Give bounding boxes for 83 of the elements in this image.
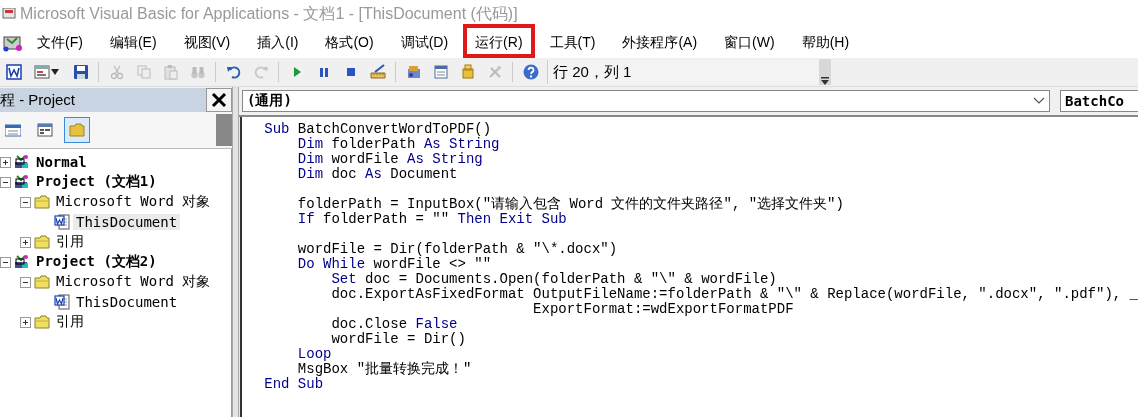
chevron-down-icon (1033, 97, 1045, 105)
scroll-handle[interactable] (216, 114, 232, 146)
code-line: End Sub (264, 377, 325, 392)
panel-title: 程 - Project (0, 90, 75, 110)
app-icon (2, 8, 16, 20)
expand-icon[interactable] (20, 316, 31, 328)
close-icon (211, 92, 227, 108)
menu-item[interactable]: 文件(F) (25, 24, 95, 58)
collapse-icon[interactable] (0, 176, 11, 188)
word-document-icon (54, 214, 70, 230)
dropdown-value: BatchCo (1065, 93, 1124, 109)
code-line: If folderPath = "" Then Exit Sub (296, 212, 568, 227)
form-icon (34, 64, 50, 80)
code-line: doc.ExportAsFixedFormat OutputFileName:=folderPath & "\" & Replace(wordFile, ".docx", ".pdf"), _ (330, 287, 1138, 302)
toolbar-options-icon[interactable] (820, 77, 830, 85)
menu-item[interactable]: 视图(V) (171, 24, 243, 58)
cursor-position: 行 20，列 1 (553, 62, 632, 82)
menu-item[interactable]: 调试(D) (388, 24, 461, 58)
code-line: wordFile = Dir() (331, 332, 467, 347)
tree-item[interactable]: ThisDocument (73, 294, 181, 310)
code-line: Set doc = Documents.Open(folderPath & "\" & wordFile) (330, 272, 778, 287)
code-line: doc.Close False (330, 317, 459, 332)
close-button[interactable] (206, 88, 232, 112)
folder-icon (34, 194, 50, 210)
explorer-icon (405, 64, 422, 80)
folder-icon (34, 234, 50, 250)
undo-icon (225, 64, 242, 80)
menu-item[interactable]: 编辑(E) (97, 24, 169, 58)
caret-icon (50, 68, 60, 76)
tree-item[interactable]: Microsoft Word 对象 (53, 273, 214, 291)
code-line: wordFile = Dir(folderPath & "\*.docx") (296, 242, 619, 257)
code-line: Dim wordFile As String (296, 152, 484, 167)
word-icon (5, 64, 22, 80)
tree-item[interactable]: ThisDocument (73, 214, 181, 230)
help-icon (522, 64, 539, 80)
folder-icon (34, 314, 50, 330)
code-view-icon (5, 122, 21, 138)
menu-item[interactable]: 工具(T) (537, 24, 608, 58)
paste-icon (162, 64, 179, 80)
menu-item[interactable]: 格式(O) (313, 24, 386, 58)
vba-app-icon[interactable] (2, 33, 24, 53)
word-document-icon (54, 294, 70, 310)
binoculars-icon (189, 64, 206, 80)
code-line: Do While wordFile <> "" (296, 257, 493, 272)
project-icon (14, 154, 30, 170)
expand-icon[interactable] (20, 236, 31, 248)
window-title: Microsoft Visual Basic for Applications - 文档1 - [ThisDocument (代码)] (20, 3, 518, 24)
tree-item[interactable]: Normal (33, 154, 90, 170)
tree-item[interactable]: 引用 (53, 233, 87, 251)
redo-icon (252, 64, 269, 80)
ruler-icon (369, 64, 386, 80)
procedure-dropdown[interactable]: BatchCo (1060, 90, 1138, 112)
folder-icon (34, 274, 50, 290)
menu-item[interactable]: 窗口(W) (712, 24, 787, 58)
code-line: Dim doc As Document (296, 167, 459, 182)
code-line: Sub BatchConvertWordToPDF() (264, 122, 493, 137)
code-line: Dim folderPath As String (296, 137, 501, 152)
project-icon (14, 174, 30, 190)
tree-item[interactable]: Project (文档2) (33, 253, 160, 271)
collapse-icon[interactable] (20, 276, 31, 288)
code-line: folderPath = InputBox("请输入包含 Word 文件的文件夹路径", "选择文件夹") (296, 197, 845, 212)
menu-item[interactable]: 插入(I) (245, 24, 311, 58)
menu-item[interactable]: 外接程序(A) (610, 24, 710, 58)
save-icon (72, 64, 89, 80)
code-line: ExportFormat:=wdExportFormatPDF (532, 302, 795, 317)
object-dropdown[interactable]: (通用) (242, 90, 1050, 112)
form-view-icon (37, 122, 53, 138)
expand-icon[interactable] (0, 156, 11, 168)
tree-item[interactable]: 引用 (53, 313, 87, 331)
tree-item[interactable]: Project (文档1) (33, 173, 160, 191)
folder-icon (69, 122, 85, 138)
collapse-icon[interactable] (20, 196, 31, 208)
dropdown-value: (通用) (247, 92, 292, 110)
code-line: Loop (296, 347, 333, 362)
copy-icon (135, 64, 152, 80)
properties-icon (432, 64, 449, 80)
project-icon (14, 254, 30, 270)
menu-item[interactable]: 运行(R) (463, 24, 535, 58)
collapse-icon[interactable] (0, 256, 11, 268)
scissors-icon (108, 64, 125, 80)
code-line: MsgBox "批量转换完成！" (296, 362, 473, 377)
menu-item[interactable]: 帮助(H) (789, 24, 862, 58)
tree-item[interactable]: Microsoft Word 对象 (53, 193, 214, 211)
